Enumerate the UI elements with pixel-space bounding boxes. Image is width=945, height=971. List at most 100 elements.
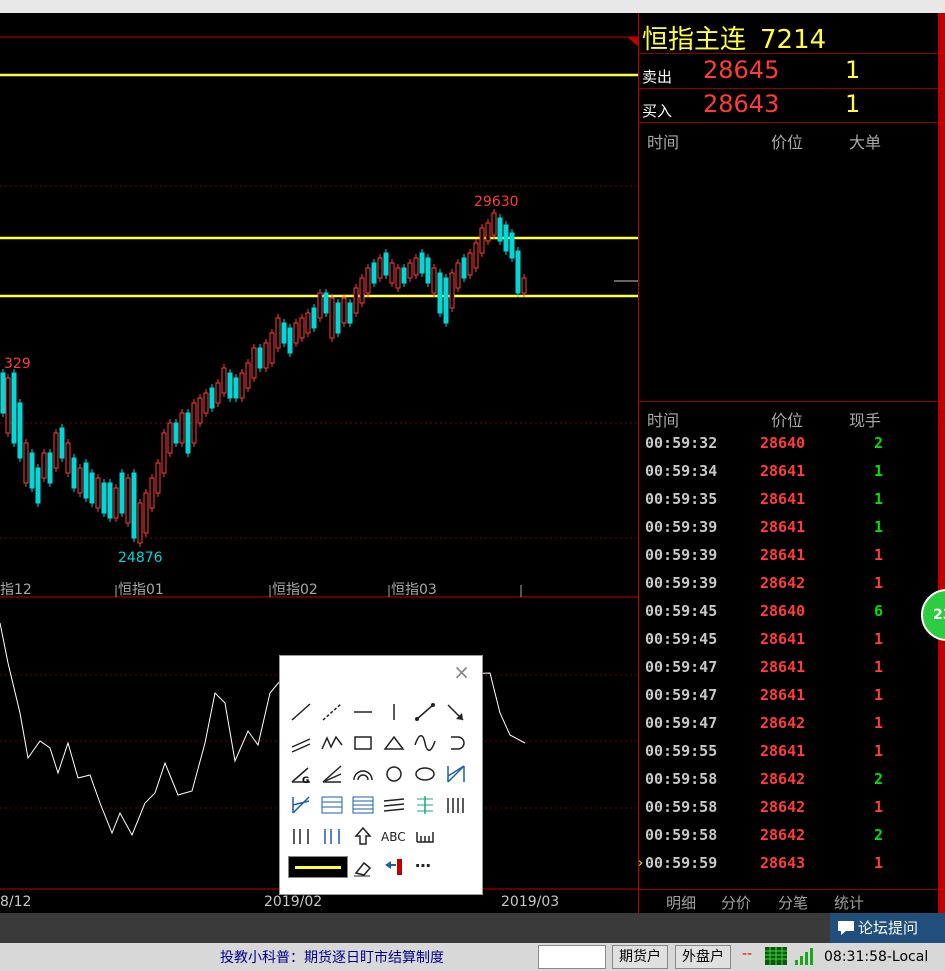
gann-angle-icon[interactable]: G — [288, 762, 314, 786]
tick-row[interactable]: 00:59:45 28640 6 — [639, 597, 938, 625]
tick-time: 00:59:39 — [645, 518, 718, 536]
candle-body — [83, 462, 89, 499]
external-account-button[interactable]: 外盘户 — [675, 945, 731, 969]
tick-row[interactable]: 00:59:59 28643 1 — [639, 849, 938, 877]
candle-body — [77, 467, 83, 494]
more-tools-icon[interactable]: ⋯ — [412, 855, 438, 879]
line-segment-icon[interactable] — [288, 700, 314, 724]
candle-body — [299, 317, 305, 339]
ellipse-icon[interactable] — [412, 762, 438, 786]
candle-body — [467, 252, 473, 276]
eraser-icon[interactable] — [350, 855, 376, 879]
ray-line-icon[interactable] — [319, 700, 345, 724]
tick-row[interactable]: 00:59:45 28641 1 — [639, 625, 938, 653]
news-ticker[interactable]: 投教小科普：期货逐日盯市结算制度 — [220, 947, 444, 967]
tick-row[interactable]: 00:59:39 28642 1 — [639, 569, 938, 597]
fan-lines-icon[interactable] — [319, 762, 345, 786]
arc-icon[interactable] — [350, 762, 376, 786]
trend-channel-icon[interactable] — [381, 793, 407, 817]
parallel-lines-icon[interactable] — [288, 731, 314, 755]
candle-body — [491, 212, 497, 236]
vertical-line-icon[interactable] — [381, 700, 407, 724]
arrow-line-icon[interactable] — [412, 700, 438, 724]
axis-label: 8/12 — [0, 894, 31, 910]
candle-body — [221, 367, 227, 394]
candle-body — [365, 267, 371, 294]
circle-icon[interactable] — [381, 762, 407, 786]
period-lines-icon[interactable] — [443, 793, 469, 817]
buy-row: 买入 28643 1 — [639, 88, 938, 123]
tick-row[interactable]: 00:59:58 28642 1 — [639, 793, 938, 821]
ruler-icon[interactable] — [412, 824, 438, 848]
tick-time: 00:59:45 — [645, 602, 718, 620]
candle-body — [515, 250, 521, 294]
tick-row[interactable]: 00:59:58 28642 2 — [639, 821, 938, 849]
tick-volume: 1 — [874, 574, 884, 592]
fibonacci-fan-icon[interactable] — [288, 793, 314, 817]
buy-volume: 1 — [845, 90, 861, 118]
tab-statistics[interactable]: 统计 — [834, 892, 864, 913]
candle-body — [401, 267, 407, 284]
horizontal-line-icon[interactable] — [350, 700, 376, 724]
tick-volume: 2 — [874, 826, 884, 844]
up-arrow-icon[interactable] — [350, 824, 376, 848]
speed-lines-icon[interactable] — [443, 762, 469, 786]
rectangle-icon[interactable] — [350, 731, 376, 755]
arc-bracket-icon[interactable] — [443, 731, 469, 755]
candle-body — [89, 472, 95, 504]
transfer-icon[interactable] — [381, 855, 407, 879]
gann-box-icon[interactable] — [412, 793, 438, 817]
buy-label: 买入 — [642, 102, 673, 120]
tick-row[interactable]: 00:59:55 28641 1 — [639, 737, 938, 765]
fibonacci-levels-icon[interactable] — [350, 793, 376, 817]
candle-body — [323, 292, 329, 314]
sine-wave-icon[interactable] — [412, 731, 438, 755]
candle-body — [347, 302, 353, 324]
futures-account-button[interactable]: 期货户 — [612, 945, 668, 969]
arrow-down-right-icon[interactable] — [443, 700, 469, 724]
tab-tick-by-tick[interactable]: 分笔 — [778, 892, 808, 913]
tick-time: 00:59:58 — [645, 798, 718, 816]
candle-body — [47, 452, 53, 484]
tick-row[interactable]: 00:59:34 28641 1 — [639, 457, 938, 485]
instrument-code: 7214 — [760, 25, 827, 55]
candle-body — [113, 487, 119, 519]
candle-body — [293, 322, 299, 344]
tick-row[interactable]: 00:59:35 28641 1 — [639, 485, 938, 513]
fibonacci-time-icon[interactable] — [288, 824, 314, 848]
candle-body — [251, 347, 257, 379]
candle-body — [425, 257, 431, 284]
zigzag-line-icon[interactable] — [319, 731, 345, 755]
tab-detail[interactable]: 明细 — [666, 892, 696, 913]
svg-text:G: G — [302, 776, 309, 786]
candle-body — [341, 297, 347, 324]
candle-body — [137, 502, 143, 544]
candle-body — [35, 467, 41, 504]
triangle-icon[interactable] — [381, 731, 407, 755]
tick-row[interactable]: 00:59:47 28641 1 — [639, 681, 938, 709]
candle-body — [509, 232, 515, 259]
candle-body — [269, 332, 275, 364]
tick-row[interactable]: 00:59:39 28641 1 — [639, 513, 938, 541]
fibonacci-retracement-icon[interactable] — [319, 793, 345, 817]
tick-price: 28641 — [760, 742, 806, 760]
candle-body — [521, 277, 527, 294]
tick-row[interactable]: 00:59:32 28640 2 — [639, 429, 938, 457]
tick-row[interactable]: 00:59:47 28641 1 — [639, 653, 938, 681]
forum-ask-button[interactable]: 论坛提问 — [830, 913, 945, 943]
cycle-lines-icon[interactable] — [319, 824, 345, 848]
candle-body — [23, 442, 29, 484]
tick-header-volume: 现手 — [849, 411, 882, 430]
tick-row[interactable]: 00:59:47 28642 1 — [639, 709, 938, 737]
text-tool-icon[interactable]: ABC — [381, 824, 407, 848]
tick-price: 28640 — [760, 434, 806, 452]
tick-row[interactable]: 00:59:58 28642 2 — [639, 765, 938, 793]
line-style-selector[interactable] — [288, 856, 348, 878]
tick-row[interactable]: 00:59:39 28641 1 — [639, 541, 938, 569]
code-input[interactable] — [538, 945, 606, 969]
tab-price-distribution[interactable]: 分价 — [721, 892, 751, 913]
candle-body — [329, 297, 335, 339]
panel-tabs: 明细 分价 分笔 统计 — [639, 889, 938, 914]
tick-time: 00:59:34 — [645, 462, 718, 480]
close-icon[interactable]: × — [453, 660, 470, 684]
